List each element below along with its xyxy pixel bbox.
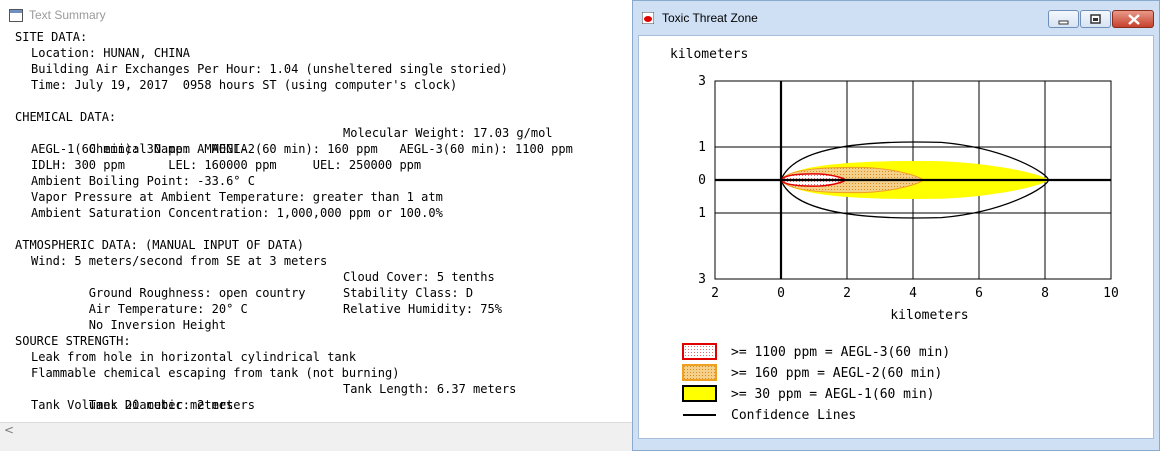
atmospheric-data-section: ATMOSPHERIC DATA: (MANUAL INPUT OF DATA)… <box>15 237 632 332</box>
restore-icon <box>1090 14 1101 24</box>
source-strength-heading: SOURCE STRENGTH: <box>15 334 131 348</box>
minimize-button[interactable] <box>1048 10 1079 28</box>
threat-zone-plot-area: kilometers 3 1 0 1 3 2 0 2 4 6 8 10 kilometers >= 1100… <box>638 35 1154 439</box>
close-button[interactable] <box>1112 10 1154 28</box>
tank-volume: Tank Volume: 20 cubic meters <box>31 398 234 412</box>
tank-length: Tank Length: 6.37 meters <box>343 382 517 396</box>
x-tick-label: 8 <box>1041 286 1049 301</box>
inversion-height: No Inversion Height <box>88 318 227 332</box>
y-tick-label: 3 <box>698 74 706 89</box>
relative-humidity: Relative Humidity: 75% <box>343 302 502 316</box>
legend-swatch-aegl1 <box>682 385 717 402</box>
legend-swatch-aegl2 <box>682 364 717 381</box>
legend-label: >= 1100 ppm = AEGL-3(60 min) <box>731 345 950 360</box>
y-tick-label: 1 <box>698 140 706 155</box>
text-summary-content[interactable]: SITE DATA: Location: HUNAN, CHINA Buildi… <box>15 29 632 422</box>
site-air-exchanges: Building Air Exchanges Per Hour: 1.04 (u… <box>31 62 508 76</box>
y-axis-title: kilometers <box>670 47 748 62</box>
horizontal-scrollbar[interactable]: < <box>0 422 632 440</box>
site-data-heading: SITE DATA: <box>15 30 88 44</box>
x-axis-title: kilometers <box>890 308 968 323</box>
x-tick-label: 6 <box>975 286 983 301</box>
y-tick-label: 3 <box>698 272 706 287</box>
text-summary-bottom-border <box>0 440 632 451</box>
roughness-row: Ground Roughness: open country Cloud Cov… <box>15 269 632 300</box>
stability-class: Stability Class: D <box>343 286 474 300</box>
site-time: Time: July 19, 2017 0958 hours ST (using… <box>31 78 458 92</box>
chemical-data-heading: CHEMICAL DATA: <box>15 110 117 124</box>
text-summary-window-icon <box>9 9 23 22</box>
scroll-left-arrow-icon[interactable]: < <box>4 423 14 437</box>
threat-zone-title: Toxic Threat Zone <box>662 11 758 25</box>
text-summary-window: Text Summary SITE DATA: Location: HUNAN,… <box>0 0 632 451</box>
idlh-lel-uel: IDLH: 300 ppm LEL: 160000 ppm UEL: 25000… <box>31 158 422 172</box>
x-tick-label: 4 <box>909 286 917 301</box>
boiling-point: Ambient Boiling Point: -33.6° C <box>31 174 255 188</box>
tank-size-row: Tank Diameter: 2 meters Tank Length: 6.3… <box>15 381 632 412</box>
legend-label: >= 30 ppm = AEGL-1(60 min) <box>731 387 935 402</box>
cloud-cover: Cloud Cover: 5 tenths <box>343 270 495 284</box>
vapor-pressure: Vapor Pressure at Ambient Temperature: g… <box>31 190 443 204</box>
chemical-name-row: Chemical Name: AMMONIA Molecular Weight:… <box>15 125 632 156</box>
text-summary-title: Text Summary <box>29 8 106 22</box>
legend-label: Confidence Lines <box>731 408 856 423</box>
chemical-data-section: CHEMICAL DATA: Chemical Name: AMMONIA Mo… <box>15 109 632 221</box>
site-data-section: SITE DATA: Location: HUNAN, CHINA Buildi… <box>15 29 632 93</box>
site-location: Location: HUNAN, CHINA <box>31 46 190 60</box>
x-tick-label: 2 <box>843 286 851 301</box>
aegl-values: AEGL-1(60 min): 30 ppm AEGL-2(60 min): 1… <box>31 142 573 156</box>
close-icon <box>1128 14 1140 25</box>
threat-zone-window: Toxic Threat Zone kilometers 3 1 0 1 3 2… <box>632 0 1160 451</box>
temperature-row: Air Temperature: 20° C Stability Class: … <box>15 285 632 316</box>
source-flammable: Flammable chemical escaping from tank (n… <box>31 366 400 380</box>
maximize-button[interactable] <box>1080 10 1111 28</box>
molecular-weight: Molecular Weight: 17.03 g/mol <box>343 126 553 140</box>
source-leak: Leak from hole in horizontal cylindrical… <box>31 350 357 364</box>
wind: Wind: 5 meters/second from SE at 3 meter… <box>31 254 328 268</box>
text-summary-titlebar[interactable]: Text Summary <box>0 0 632 29</box>
x-tick-label: 0 <box>777 286 785 301</box>
y-tick-label: 1 <box>698 206 706 221</box>
threat-zone-titlebar[interactable]: Toxic Threat Zone <box>633 1 1159 35</box>
x-tick-label: 10 <box>1103 286 1119 301</box>
threat-zone-chart: kilometers310132 0 2 4 6 8 10kilometers>= 1100… <box>670 47 1119 423</box>
y-tick-label: 0 <box>698 173 706 188</box>
threat-zone-window-icon <box>642 12 654 24</box>
saturation-concentration: Ambient Saturation Concentration: 1,000,… <box>31 206 443 220</box>
source-strength-section: SOURCE STRENGTH: Leak from hole in horiz… <box>15 333 632 413</box>
atmospheric-data-heading: ATMOSPHERIC DATA: (MANUAL INPUT OF DATA) <box>15 238 304 252</box>
x-tick-label: 2 <box>711 286 719 301</box>
legend-swatch-aegl3 <box>682 343 717 360</box>
inversion-row: No Inversion Height Relative Humidity: 7… <box>15 301 632 332</box>
legend-label: >= 160 ppm = AEGL-2(60 min) <box>731 366 942 381</box>
minimize-icon <box>1058 20 1069 25</box>
